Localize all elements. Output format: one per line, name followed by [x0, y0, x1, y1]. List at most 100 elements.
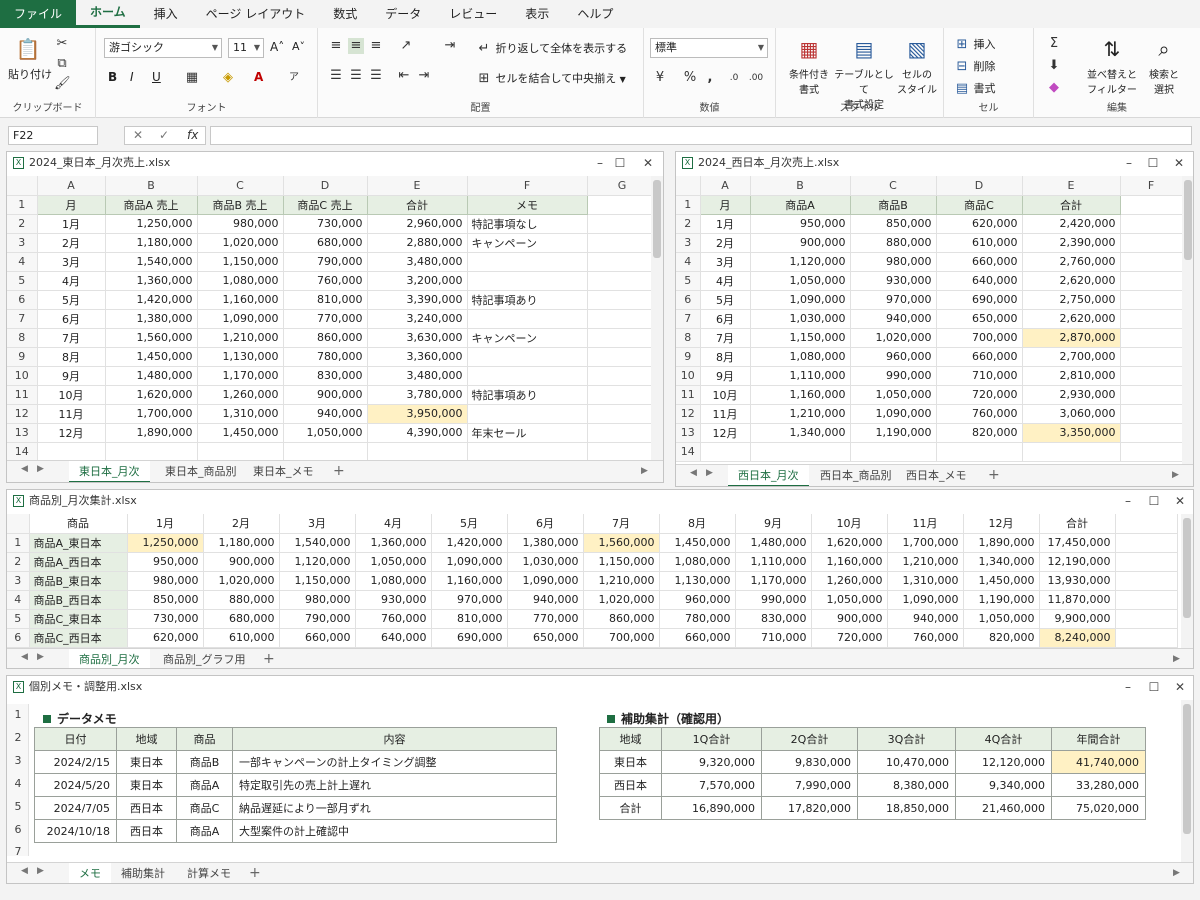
header-cell[interactable]: 商品A 売上	[104, 194, 198, 215]
cell[interactable]: 1,020,000	[203, 571, 280, 591]
header-cell[interactable]: 商品C 売上	[282, 194, 368, 215]
cell[interactable]	[1120, 385, 1183, 405]
cell[interactable]: 4月	[37, 271, 106, 291]
cell[interactable]: 7月	[37, 328, 106, 348]
formula-input[interactable]	[210, 126, 1192, 145]
row-header[interactable]: 7	[7, 309, 38, 329]
row-header[interactable]: 3	[7, 233, 38, 253]
format-painter-icon[interactable]: 🖌	[54, 76, 71, 92]
conditional-format-button[interactable]: ▦ 条件付き 書式	[784, 34, 834, 96]
maximize-icon[interactable]: ☐	[607, 152, 633, 174]
font-size-select[interactable]: 11 ▼	[228, 38, 264, 58]
cell[interactable]: 1,190,000	[850, 423, 937, 443]
row-header[interactable]: 12	[676, 404, 701, 424]
add-sheet-icon[interactable]: +	[249, 863, 261, 883]
insert-function-icon[interactable]: fx	[187, 127, 198, 144]
cell[interactable]: 1,150,000	[197, 252, 284, 272]
cell[interactable]: 720,000	[936, 385, 1023, 405]
cell[interactable]	[1120, 442, 1183, 462]
cell[interactable]	[1120, 423, 1183, 443]
cell[interactable]: キャンペーン	[467, 328, 588, 348]
tab-file[interactable]: ファイル	[0, 0, 77, 28]
row-header[interactable]: 4	[7, 252, 38, 272]
row-header[interactable]: 2	[7, 731, 29, 744]
cell[interactable]	[1120, 366, 1183, 386]
row-header[interactable]: 8	[676, 328, 701, 348]
cell[interactable]: 860,000	[283, 328, 368, 348]
cell[interactable]: 960,000	[850, 347, 937, 367]
cell[interactable]: 2,760,000	[1022, 252, 1121, 272]
cell[interactable]: 商品A	[176, 773, 233, 797]
cell[interactable]: キャンペーン	[467, 233, 588, 253]
cell[interactable]: 640,000	[936, 271, 1023, 291]
fill-color-icon[interactable]: ◈	[220, 70, 236, 86]
cell[interactable]	[1120, 290, 1183, 310]
header-cell[interactable]: 商品	[29, 514, 128, 534]
cell[interactable]: 1,050,000	[811, 590, 888, 610]
cell[interactable]: 1,030,000	[507, 552, 584, 572]
cell[interactable]: 商品A_東日本	[29, 533, 128, 553]
header-cell[interactable]: 2月	[203, 514, 280, 534]
row-header[interactable]: 14	[7, 442, 38, 462]
cell[interactable]: 1,170,000	[197, 366, 284, 386]
row-header[interactable]: 13	[7, 423, 38, 443]
copy-icon[interactable]: ⧉	[54, 56, 70, 72]
number-format-select[interactable]: 標準 ▼	[650, 38, 768, 58]
row-header[interactable]: 5	[7, 271, 38, 291]
cell[interactable]: 1,360,000	[105, 271, 198, 291]
header-cell[interactable]: 10月	[811, 514, 888, 534]
align-bottom-icon[interactable]: ≡	[368, 38, 384, 54]
font-name-select[interactable]: 游ゴシック ▼	[104, 38, 222, 58]
cell[interactable]: 3,780,000	[367, 385, 468, 405]
scroll-thumb[interactable]	[653, 180, 661, 258]
scroll-right-icon[interactable]: ▶	[1172, 470, 1179, 480]
scroll-right-icon[interactable]: ▶	[1173, 654, 1180, 664]
row-header[interactable]: 12	[7, 404, 38, 424]
cell[interactable]: 2,880,000	[367, 233, 468, 253]
increase-decimal-icon[interactable]: .0	[726, 70, 742, 86]
cell[interactable]: 1,180,000	[203, 533, 280, 553]
cut-icon[interactable]: ✂	[54, 36, 70, 52]
cell[interactable]: 1,210,000	[887, 552, 964, 572]
cell[interactable]: 2024/10/18	[34, 819, 117, 843]
cell[interactable]	[587, 404, 658, 424]
decrease-indent-icon[interactable]: ⇤	[396, 68, 412, 84]
cell[interactable]: 1,120,000	[750, 252, 851, 272]
cell[interactable]: 3,350,000	[1022, 423, 1121, 443]
sheet-grid[interactable]: A B C D E F 1 月商品A 商品B 商品C 合計 2 1月 950,000 850,000 620,…	[676, 176, 1183, 462]
cell[interactable]: 720,000	[811, 628, 888, 648]
cell[interactable]: 1,210,000	[583, 571, 660, 591]
cell[interactable]: 10月	[700, 385, 751, 405]
align-top-icon[interactable]: ≡	[328, 38, 344, 54]
cell[interactable]: 2,960,000	[367, 214, 468, 234]
minimize-icon[interactable]: –	[1115, 490, 1141, 512]
row-header[interactable]: 1	[7, 708, 29, 721]
column-header[interactable]: G	[587, 176, 658, 196]
cell[interactable]	[587, 385, 658, 405]
row-header[interactable]: 5	[7, 800, 29, 813]
cell[interactable]: 1,090,000	[507, 571, 584, 591]
cell[interactable]: 4月	[700, 271, 751, 291]
cell[interactable]: 西日本	[599, 773, 662, 797]
cell[interactable]: 1,250,000	[105, 214, 198, 234]
fill-icon[interactable]: ⬇	[1046, 58, 1062, 74]
row-header[interactable]: 9	[676, 347, 701, 367]
cell[interactable]	[467, 404, 588, 424]
cell[interactable]: 3,630,000	[367, 328, 468, 348]
align-left-icon[interactable]: ☰	[328, 68, 344, 84]
italic-button[interactable]: I	[130, 70, 134, 84]
cell[interactable]	[1120, 252, 1183, 272]
cell[interactable]: 900,000	[203, 552, 280, 572]
cell[interactable]: 商品C_東日本	[29, 609, 128, 629]
column-header[interactable]: F	[467, 176, 588, 196]
memo-table[interactable]: 日付 地域 商品 内容 2024/2/15 東日本 商品B 一部キャンペーンの計上タイミング調…	[34, 727, 557, 843]
cell[interactable]: 1,080,000	[197, 271, 284, 291]
cell[interactable]	[850, 442, 937, 462]
row-header[interactable]: 8	[7, 328, 38, 348]
cell[interactable]: 1,620,000	[811, 533, 888, 553]
cell[interactable]: 納品遅延により一部月ずれ	[232, 796, 557, 820]
cell[interactable]: 1,480,000	[105, 366, 198, 386]
cell[interactable]: 2月	[37, 233, 106, 253]
cell[interactable]: 610,000	[203, 628, 280, 648]
percent-icon[interactable]: %	[682, 70, 698, 86]
